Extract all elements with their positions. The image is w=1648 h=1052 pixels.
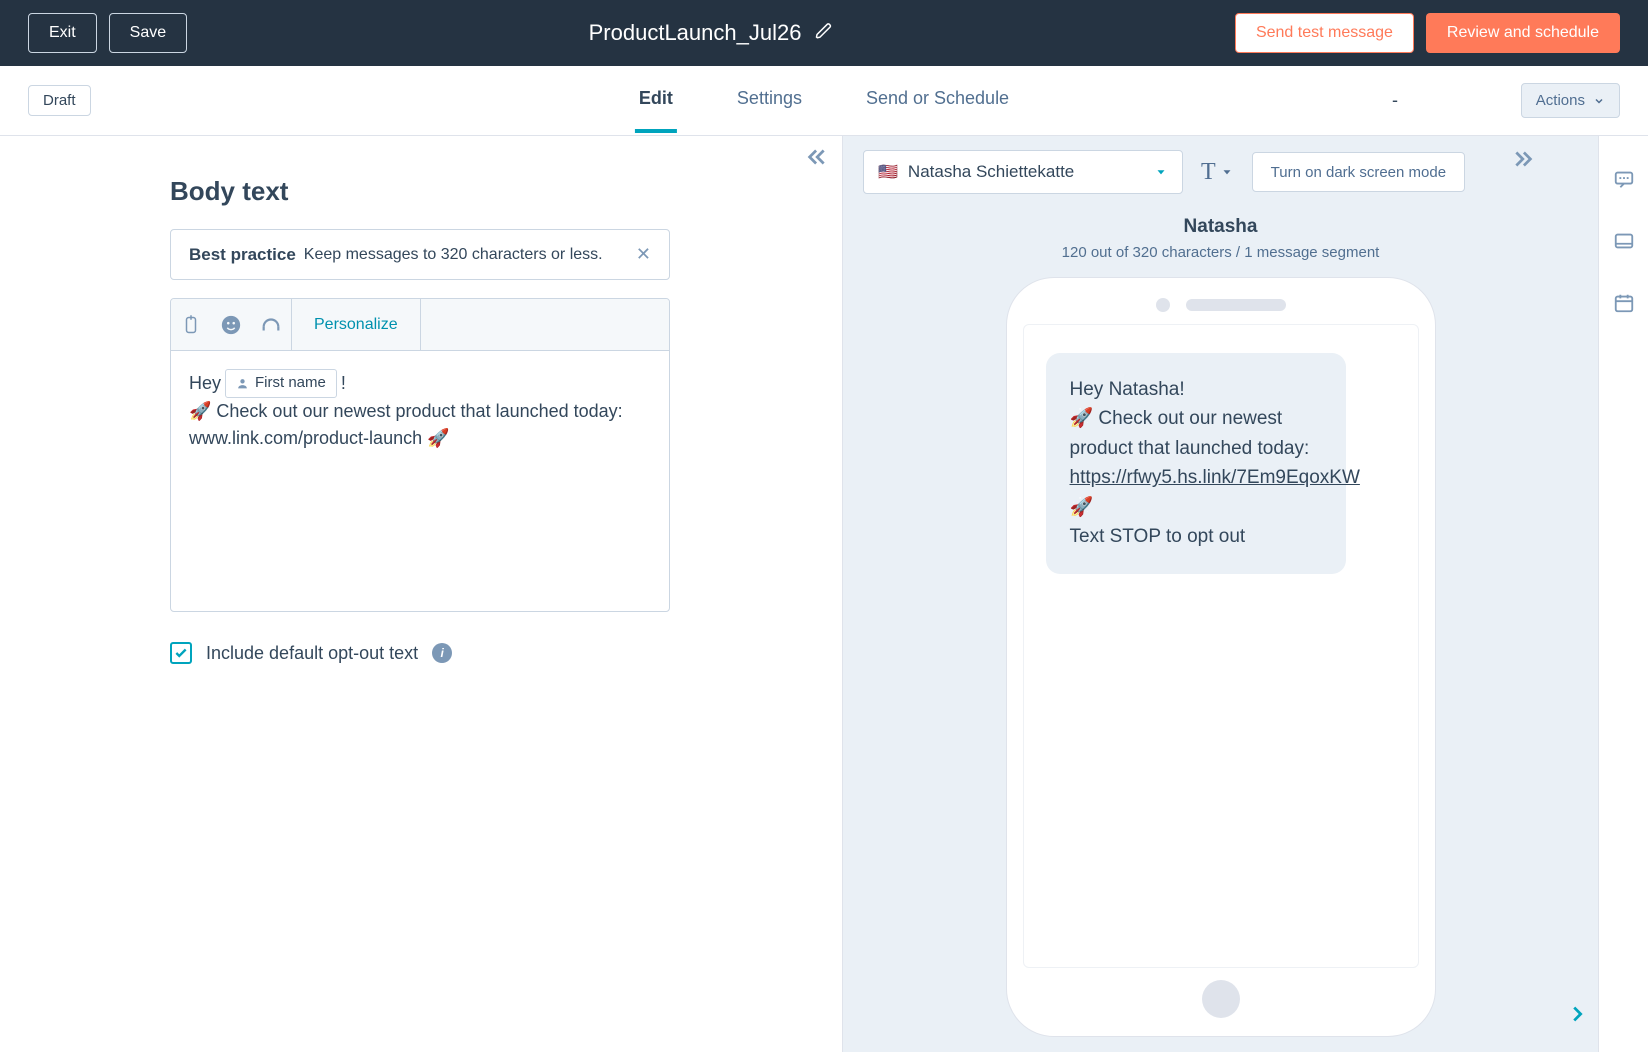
tabs: Edit Settings Send or Schedule bbox=[635, 68, 1013, 133]
message-bubble: Hey Natasha! 🚀 Check out our newest prod… bbox=[1046, 353, 1346, 574]
tab-edit[interactable]: Edit bbox=[635, 68, 677, 133]
dark-mode-button[interactable]: Turn on dark screen mode bbox=[1252, 152, 1465, 192]
info-icon[interactable]: i bbox=[432, 643, 452, 663]
sub-header: Draft Edit Settings Send or Schedule - A… bbox=[0, 66, 1648, 136]
phone-notch bbox=[1023, 298, 1419, 312]
right-rail bbox=[1598, 136, 1648, 1052]
calendar-icon[interactable] bbox=[1613, 292, 1635, 314]
preview-text: 🚀 Check out our newest product that laun… bbox=[1070, 408, 1310, 458]
save-button[interactable]: Save bbox=[109, 13, 187, 53]
collapse-right-icon[interactable] bbox=[1512, 146, 1538, 177]
editor-text: www.link.com/product-launch 🚀 bbox=[189, 425, 651, 452]
phone-mock: Hey Natasha! 🚀 Check out our newest prod… bbox=[1006, 277, 1436, 1037]
emoji-icon[interactable] bbox=[211, 299, 251, 350]
flag-us-icon: 🇺🇸 bbox=[878, 162, 898, 182]
top-right-buttons: Send test message Review and schedule bbox=[1235, 13, 1620, 53]
headphones-icon[interactable] bbox=[251, 299, 291, 350]
best-practice-label: Best practice bbox=[189, 245, 296, 265]
actions-label: Actions bbox=[1536, 92, 1585, 109]
tab-settings[interactable]: Settings bbox=[733, 68, 806, 133]
preview-line: 🚀 Check out our newest product that laun… bbox=[1070, 404, 1322, 522]
notch-bar bbox=[1186, 299, 1286, 311]
token-label: First name bbox=[255, 372, 326, 395]
preview-char-count: 120 out of 320 characters / 1 message se… bbox=[843, 244, 1598, 261]
collapse-left-icon[interactable] bbox=[802, 144, 828, 175]
editor-textarea[interactable]: Hey First name ! 🚀 Check out our newest … bbox=[171, 351, 669, 611]
tab-send[interactable]: Send or Schedule bbox=[862, 68, 1013, 133]
chevron-down-icon bbox=[1593, 95, 1605, 107]
best-practice-callout: Best practice Keep messages to 320 chara… bbox=[170, 229, 670, 280]
phone-screen: Hey Natasha! 🚀 Check out our newest prod… bbox=[1023, 324, 1419, 968]
person-icon bbox=[236, 377, 249, 390]
editor-text: ! bbox=[341, 370, 346, 397]
phone-home-button bbox=[1202, 980, 1240, 1018]
editor-text: 🚀 Check out our newest product that laun… bbox=[189, 398, 651, 425]
notch-dot bbox=[1156, 298, 1170, 312]
text-size-dropdown[interactable]: T bbox=[1201, 159, 1234, 186]
personalize-button[interactable]: Personalize bbox=[292, 299, 421, 350]
comments-icon[interactable] bbox=[1613, 168, 1635, 190]
preview-text: 🚀 bbox=[1070, 497, 1094, 518]
review-schedule-button[interactable]: Review and schedule bbox=[1426, 13, 1620, 53]
status-badge: Draft bbox=[28, 85, 91, 116]
attachment-icon[interactable] bbox=[171, 299, 211, 350]
optout-checkbox[interactable] bbox=[170, 642, 192, 664]
exit-button[interactable]: Exit bbox=[28, 13, 97, 53]
message-editor: Personalize Hey First name ! 🚀 Check out… bbox=[170, 298, 670, 612]
right-column: 🇺🇸 Natasha Schiettekatte T Turn on dark … bbox=[843, 136, 1598, 1052]
title-group: ProductLaunch_Jul26 bbox=[589, 20, 834, 46]
caret-down-icon bbox=[1154, 165, 1168, 179]
actions-dropdown[interactable]: Actions bbox=[1521, 83, 1620, 118]
editor-toolbar: Personalize bbox=[171, 299, 669, 351]
count-dash: - bbox=[1392, 90, 1398, 111]
recipient-name: Natasha Schiettekatte bbox=[908, 162, 1144, 182]
chevron-right-icon[interactable] bbox=[1566, 1003, 1588, 1030]
send-test-button[interactable]: Send test message bbox=[1235, 13, 1414, 53]
preview-link[interactable]: https://rfwy5.hs.link/7Em9EqoxKW bbox=[1070, 467, 1360, 488]
panel-icon[interactable] bbox=[1613, 230, 1635, 252]
best-practice-text: Keep messages to 320 characters or less. bbox=[304, 246, 603, 264]
edit-title-icon[interactable] bbox=[815, 20, 833, 46]
left-column: Body text Best practice Keep messages to… bbox=[0, 136, 843, 1052]
optout-row: Include default opt-out text i bbox=[170, 642, 814, 664]
preview-controls: 🇺🇸 Natasha Schiettekatte T Turn on dark … bbox=[843, 136, 1598, 208]
recipient-dropdown[interactable]: 🇺🇸 Natasha Schiettekatte bbox=[863, 150, 1183, 194]
preview-line: Hey Natasha! bbox=[1070, 375, 1322, 404]
token-first-name[interactable]: First name bbox=[225, 369, 337, 398]
body-title: Body text bbox=[170, 176, 814, 207]
top-header: Exit Save ProductLaunch_Jul26 Send test … bbox=[0, 0, 1648, 66]
check-icon bbox=[174, 646, 188, 660]
preview-recipient-name: Natasha bbox=[843, 216, 1598, 238]
body-panel: Body text Best practice Keep messages to… bbox=[0, 136, 842, 664]
main: Body text Best practice Keep messages to… bbox=[0, 136, 1648, 1052]
preview-line: Text STOP to opt out bbox=[1070, 522, 1322, 551]
page-title: ProductLaunch_Jul26 bbox=[589, 20, 802, 46]
text-size-icon: T bbox=[1201, 159, 1216, 186]
top-left-buttons: Exit Save bbox=[28, 13, 187, 53]
optout-label: Include default opt-out text bbox=[206, 643, 418, 664]
close-icon[interactable]: ✕ bbox=[636, 244, 651, 265]
editor-text: Hey bbox=[189, 370, 221, 397]
caret-down-icon bbox=[1220, 165, 1234, 179]
